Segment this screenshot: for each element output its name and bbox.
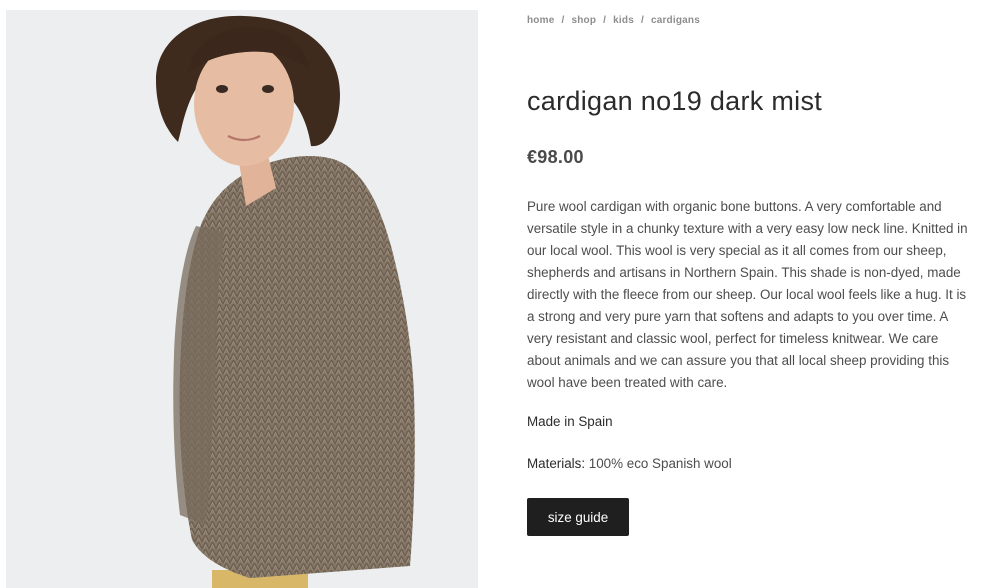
breadcrumb-shop-link[interactable]: shop [571, 15, 596, 26]
product-title: cardigan no19 dark mist [527, 86, 823, 116]
materials-value: 100% eco Spanish wool [588, 456, 732, 471]
product-description: Pure wool cardigan with organic bone but… [527, 199, 968, 390]
product-price: €98.00 [527, 147, 584, 167]
materials-info: Materials: 100% eco Spanish wool [527, 456, 732, 471]
product-image[interactable] [6, 10, 478, 588]
breadcrumb-kids-link[interactable]: kids [613, 15, 634, 26]
breadcrumb-separator: / [561, 15, 565, 26]
breadcrumb-home-link[interactable]: home [527, 15, 554, 26]
breadcrumb-cardigans-link[interactable]: cardigans [651, 15, 700, 26]
child-wearing-cardigan-photo [6, 10, 478, 588]
size-guide-button[interactable]: size guide [527, 498, 629, 536]
made-in-label: Made in Spain [527, 414, 613, 429]
breadcrumb-separator: / [640, 15, 644, 26]
breadcrumb-separator: / [603, 15, 607, 26]
materials-label: Materials: [527, 456, 586, 471]
breadcrumb: home / shop / kids / cardigans [527, 15, 700, 26]
